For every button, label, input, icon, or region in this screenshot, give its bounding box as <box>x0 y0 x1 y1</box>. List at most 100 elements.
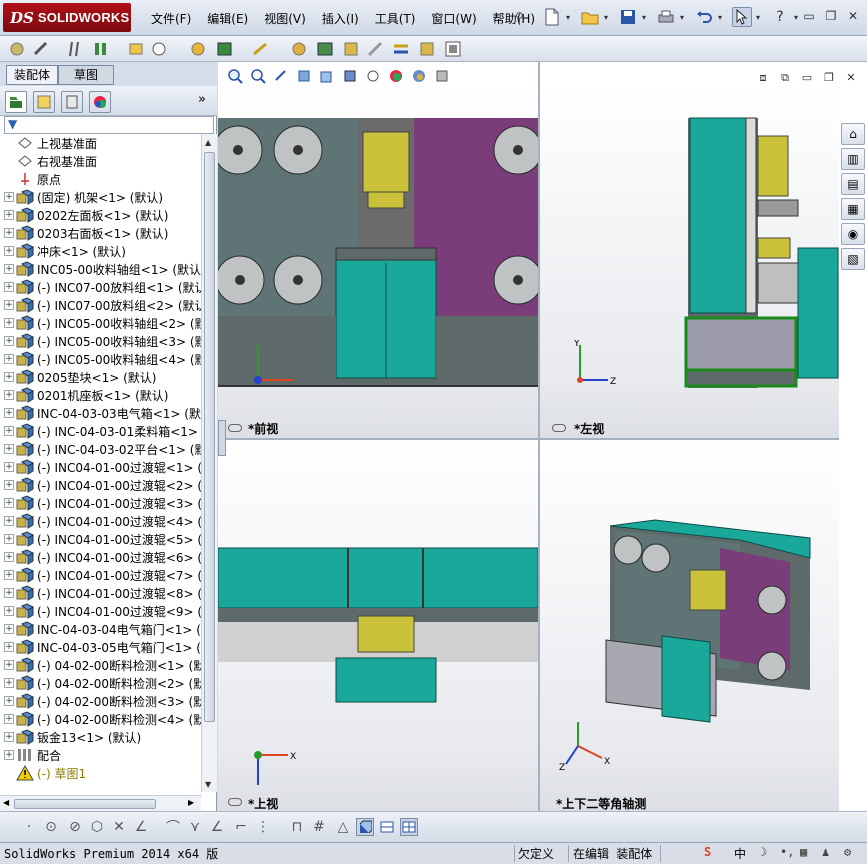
tree-item[interactable]: + (-) INC04-01-00过渡辊<5> (默认) <box>0 530 201 548</box>
view-link-icon[interactable] <box>552 424 566 432</box>
undo-icon[interactable] <box>694 7 714 27</box>
viewport-front[interactable]: *前视 <box>218 88 538 438</box>
tree-item[interactable]: + (-) INC04-01-00过渡辊<3> (默认) <box>0 494 201 512</box>
explode-line-sketch-icon[interactable] <box>342 40 360 58</box>
trim-icon[interactable]: ✕ <box>110 818 128 836</box>
expand-icon[interactable]: + <box>4 192 14 202</box>
tree-filter[interactable]: ▼ <box>4 116 214 134</box>
viewport-left[interactable]: Y Z *左视 <box>540 88 839 438</box>
viewport-top[interactable]: X *上视 <box>218 440 538 811</box>
tree-item[interactable]: + INC05-00收料轴组<1> (默认) <box>0 260 201 278</box>
expand-icon[interactable]: + <box>4 444 14 454</box>
tree-item[interactable]: + (-) INC04-01-00过渡辊<9> (默认) <box>0 602 201 620</box>
tree-item[interactable]: +0203右面板<1> (默认) <box>0 224 201 242</box>
configuration-manager-tab-icon[interactable] <box>61 91 83 113</box>
menu-file[interactable]: 文件(F) <box>143 10 199 27</box>
centerpoint-arc-icon[interactable]: ⊘ <box>66 818 84 836</box>
mirror-icon[interactable]: ⋎ <box>186 818 204 836</box>
restore-icon[interactable]: ❐ <box>823 8 839 24</box>
angle-icon[interactable]: ∠ <box>208 818 226 836</box>
tab-assembly[interactable]: 装配体 <box>6 65 58 85</box>
insert-component-icon[interactable] <box>8 40 26 58</box>
mate-icon[interactable] <box>32 40 50 58</box>
smart-dimension-icon[interactable]: ⊓ <box>288 818 306 836</box>
menu-tools[interactable]: 工具(T) <box>367 10 424 27</box>
expand-icon[interactable]: + <box>4 678 14 688</box>
apply-scene-icon[interactable] <box>409 66 429 86</box>
vp-close-icon[interactable]: ✕ <box>843 70 859 86</box>
expand-icon[interactable]: + <box>4 372 14 382</box>
panel-collapse-handle[interactable] <box>218 420 226 456</box>
select-cursor-icon[interactable] <box>732 7 752 27</box>
line-icon[interactable]: ∠ <box>132 818 150 836</box>
solidworks-logo[interactable]: DS SOLIDWORKS <box>3 3 131 32</box>
expand-icon[interactable]: + <box>4 282 14 292</box>
tree-item[interactable]: + (-) INC05-00收料轴组<3> (默认) <box>0 332 201 350</box>
tree-item[interactable]: + (-) 04-02-00断料检测<4> (默认) <box>0 710 201 728</box>
tree-item[interactable]: + (-) INC05-00收料轴组<4> (默认) <box>0 350 201 368</box>
appearances-icon[interactable]: ◉ <box>841 223 865 245</box>
feature-manager-tab-icon[interactable] <box>5 91 27 113</box>
grid-icon[interactable]: # <box>310 818 328 836</box>
hide-show-items-icon[interactable] <box>363 66 383 86</box>
expand-icon[interactable]: + <box>4 714 14 724</box>
minimize-icon[interactable]: ▭ <box>801 8 817 24</box>
expand-icon[interactable]: + <box>4 570 14 580</box>
pin-menu-icon[interactable]: ⚲ <box>515 10 529 24</box>
bill-of-materials-icon[interactable] <box>290 40 308 58</box>
view-palette-icon[interactable]: ▦ <box>841 198 865 220</box>
move-component-icon[interactable] <box>128 40 146 58</box>
new-dropdown-icon[interactable]: ▾ <box>566 7 576 27</box>
assembly-features-icon[interactable] <box>190 40 208 58</box>
tree-item[interactable]: +0201机座板<1> (默认) <box>0 386 201 404</box>
ime-keyboard-icon[interactable]: ▦ <box>800 845 807 859</box>
expand-icon[interactable]: + <box>4 228 14 238</box>
tree-item[interactable]: + 配合 <box>0 746 201 764</box>
expand-icon[interactable]: + <box>4 300 14 310</box>
close-icon[interactable]: ✕ <box>845 8 861 24</box>
open-dropdown-icon[interactable]: ▾ <box>604 7 614 27</box>
ime-tools-icon[interactable]: ⚙ <box>844 845 851 859</box>
menu-help[interactable]: 帮助(H) <box>485 10 543 27</box>
two-view-icon[interactable] <box>378 818 396 836</box>
expand-icon[interactable]: + <box>4 498 14 508</box>
expand-icon[interactable]: + <box>4 264 14 274</box>
tree-item[interactable]: + 钣金13<1> (默认) <box>0 728 201 746</box>
home-icon[interactable]: ⌂ <box>841 123 865 145</box>
link-views-icon[interactable]: ⧈ <box>755 70 771 86</box>
tree-item[interactable]: + (-) INC07-00放料组<1> (默认) <box>0 278 201 296</box>
expand-icon[interactable]: + <box>4 390 14 400</box>
view-link-icon[interactable] <box>228 798 242 806</box>
circle-icon[interactable]: ⊙ <box>42 818 60 836</box>
offset-icon[interactable]: ⌒ <box>164 818 182 836</box>
custom-properties-icon[interactable]: ▧ <box>841 248 865 270</box>
polygon-icon[interactable]: ⬡ <box>88 818 106 836</box>
expand-icon[interactable]: + <box>4 462 14 472</box>
tree-item[interactable]: + (-) INC04-01-00过渡辊<2> (默认) <box>0 476 201 494</box>
display-manager-tab-icon[interactable] <box>89 91 111 113</box>
tree-item[interactable]: + INC-04-03-04电气箱门<1> (默认) <box>0 620 201 638</box>
tree-item[interactable]: (-) 草图1 <box>0 764 201 782</box>
ime-mode[interactable]: 中 <box>734 845 746 862</box>
expand-icon[interactable]: + <box>4 246 14 256</box>
triangle-icon[interactable]: △ <box>334 818 352 836</box>
edit-appearance-icon[interactable] <box>386 66 406 86</box>
zoom-to-fit-icon[interactable] <box>225 66 245 86</box>
print-icon[interactable] <box>656 7 676 27</box>
view-link-icon[interactable] <box>228 424 242 432</box>
exploded-view-icon[interactable] <box>316 40 334 58</box>
ime-punct-icon[interactable]: •, <box>780 845 794 859</box>
point-icon[interactable]: · <box>20 818 38 836</box>
tree-item[interactable]: +0202左面板<1> (默认) <box>0 206 201 224</box>
expand-icon[interactable]: + <box>4 354 14 364</box>
scroll-right-icon[interactable]: ▶ <box>188 798 194 807</box>
show-hidden-icon[interactable] <box>150 40 168 58</box>
expand-icon[interactable]: + <box>4 408 14 418</box>
tree-item[interactable]: + 冲床<1> (默认) <box>0 242 201 260</box>
tree-item[interactable]: 上视基准面 <box>0 134 201 152</box>
tree-item[interactable]: +0205垫块<1> (默认) <box>0 368 201 386</box>
tree-item[interactable]: + INC-04-03-03电气箱<1> (默认) <box>0 404 201 422</box>
linear-pattern-icon[interactable] <box>68 40 86 58</box>
reference-geometry-icon[interactable] <box>216 40 234 58</box>
hole-alignment-icon[interactable] <box>418 40 436 58</box>
